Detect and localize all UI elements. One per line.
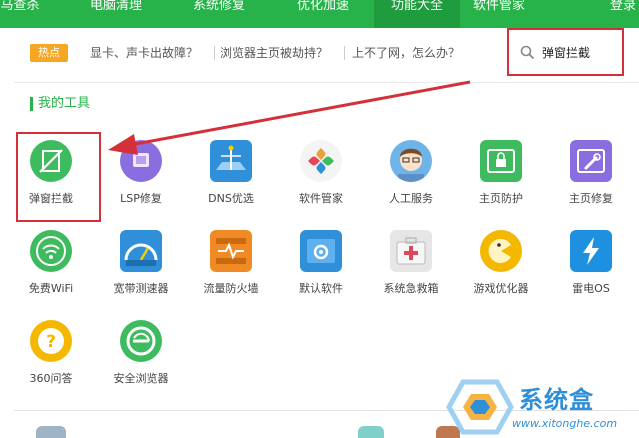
top-navigation: 马查杀 电脑清理 系统修复 优化加速 功能大全 软件管家 登录 xyxy=(0,0,639,28)
nav-item-login[interactable]: 登录 xyxy=(603,0,639,28)
tool-game-optimizer[interactable]: 游戏优化器 xyxy=(459,230,543,308)
first-aid-icon xyxy=(390,230,432,272)
tool-label: 安全浏览器 xyxy=(113,372,169,385)
speed-test-icon xyxy=(120,230,162,272)
partial-icon xyxy=(36,426,66,438)
search-field[interactable] xyxy=(518,37,614,67)
tool-homepage-repair[interactable]: 主页修复 xyxy=(549,140,633,218)
tool-dns[interactable]: DNS优选 xyxy=(189,140,273,218)
tool-label: DNS优选 xyxy=(208,192,254,205)
popup-block-highlight xyxy=(16,132,101,222)
human-service-icon xyxy=(390,140,432,182)
tool-default-software[interactable]: 默认软件 xyxy=(279,230,363,308)
tool-homepage-protect[interactable]: 主页防护 xyxy=(459,140,543,218)
tool-firewall[interactable]: 流量防火墙 xyxy=(189,230,273,308)
section-title: 我的工具 xyxy=(38,96,91,111)
nav-item-software[interactable]: 软件管家 xyxy=(466,0,532,28)
hot-link-3[interactable]: 上不了网，怎么办？ xyxy=(352,44,460,62)
thunder-os-icon xyxy=(570,230,612,272)
nav-item-all-features[interactable]: 功能大全 xyxy=(374,0,460,28)
nav-item-repair[interactable]: 系统修复 xyxy=(186,0,252,28)
tool-thunder-os[interactable]: 雷电OS xyxy=(549,230,633,308)
dns-icon xyxy=(210,140,252,182)
tool-label: 主页防护 xyxy=(479,192,523,205)
watermark-brand: 系统盒 xyxy=(519,386,594,414)
tool-label: 宽带测速器 xyxy=(113,282,169,295)
qa-icon: ? xyxy=(30,320,72,362)
hot-separator xyxy=(214,46,215,60)
watermark-url: www.xitonghe.com xyxy=(512,417,618,430)
tool-label: 360问答 xyxy=(29,372,73,385)
software-manager-icon xyxy=(300,140,342,182)
homepage-repair-icon xyxy=(570,140,612,182)
hot-separator xyxy=(344,46,345,60)
search-icon[interactable] xyxy=(520,45,534,59)
tool-first-aid[interactable]: 系统急救箱 xyxy=(369,230,453,308)
tool-label: 游戏优化器 xyxy=(473,282,529,295)
lsp-repair-icon xyxy=(120,140,162,182)
tool-label: 流量防火墙 xyxy=(203,282,259,295)
wifi-icon xyxy=(30,230,72,272)
hot-link-2[interactable]: 浏览器主页被劫持？ xyxy=(220,44,328,62)
tool-label: 默认软件 xyxy=(299,282,343,295)
tool-free-wifi[interactable]: 免费WiFi xyxy=(9,230,93,308)
nav-item-speedup[interactable]: 优化加速 xyxy=(290,0,356,28)
tool-software-manager[interactable]: 软件管家 xyxy=(279,140,363,218)
search-highlight-box xyxy=(507,28,624,76)
tool-label: LSP修复 xyxy=(120,192,162,205)
tool-label: 免费WiFi xyxy=(28,282,74,295)
tool-lsp-repair[interactable]: LSP修复 xyxy=(99,140,183,218)
default-software-icon xyxy=(300,230,342,272)
nav-item-scan[interactable]: 马查杀 xyxy=(0,0,46,28)
game-icon xyxy=(480,230,522,272)
tool-label: 主页修复 xyxy=(569,192,613,205)
search-input[interactable] xyxy=(542,37,614,67)
homepage-lock-icon xyxy=(480,140,522,182)
nav-item-clean[interactable]: 电脑清理 xyxy=(86,0,146,28)
watermark-logo xyxy=(446,379,514,435)
tool-label: 系统急救箱 xyxy=(383,282,439,295)
tool-label: 雷电OS xyxy=(572,282,610,295)
hot-badge: 热点 xyxy=(30,44,68,62)
tool-speed-test[interactable]: 宽带测速器 xyxy=(99,230,183,308)
tool-label: 人工服务 xyxy=(389,192,433,205)
partial-icon xyxy=(358,426,384,438)
svg-text:?: ? xyxy=(46,332,56,352)
hot-link-1[interactable]: 显卡、声卡出故障？ xyxy=(90,44,198,62)
firewall-icon xyxy=(210,230,252,272)
tool-360-qa[interactable]: ? 360问答 xyxy=(9,320,93,398)
divider xyxy=(14,82,639,83)
tool-human-service[interactable]: 人工服务 xyxy=(369,140,453,218)
tool-label: 软件管家 xyxy=(299,192,343,205)
tool-safe-browser[interactable]: 安全浏览器 xyxy=(99,320,183,398)
browser-icon xyxy=(120,320,162,362)
